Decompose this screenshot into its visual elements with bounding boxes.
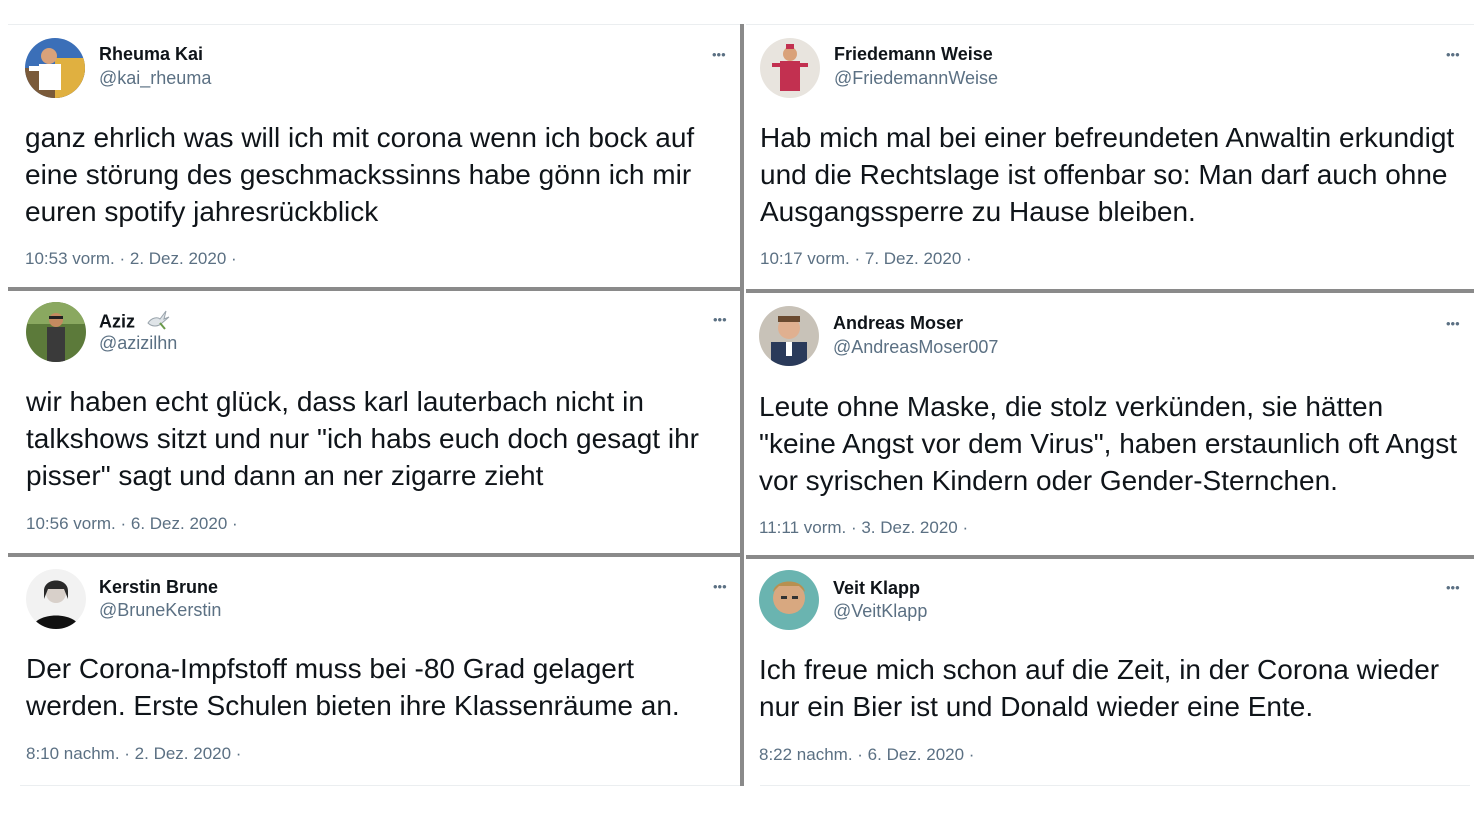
tweet-timestamp[interactable]: 8:22 nachm. · 6. Dez. 2020 · (759, 745, 974, 765)
tweet-card[interactable]: Kerstin Brune @BruneKerstin ••• Der Coro… (8, 557, 740, 785)
bottom-border-right (760, 785, 1470, 786)
tweet-timestamp[interactable]: 11:11 vorm. · 3. Dez. 2020 · (759, 518, 968, 538)
tweet-card[interactable]: Veit Klapp @VeitKlapp ••• Ich freue mich… (746, 559, 1474, 785)
author-name[interactable]: Friedemann Weise (834, 44, 993, 65)
tweet-timestamp[interactable]: 10:56 vorm. · 6. Dez. 2020 · (26, 514, 238, 534)
avatar[interactable] (759, 570, 819, 630)
tweet-text: Der Corona-Impfstoff muss bei -80 Grad g… (26, 653, 680, 721)
more-options-icon[interactable]: ••• (712, 48, 726, 61)
avatar[interactable] (26, 569, 86, 629)
more-options-icon[interactable]: ••• (713, 313, 727, 326)
top-border-right (746, 24, 1474, 25)
tweet-text: ganz ehrlich was will ich mit corona wen… (25, 122, 695, 227)
tweet-timestamp[interactable]: 8:10 nachm. · 2. Dez. 2020 · (26, 744, 241, 764)
author-name[interactable]: Kerstin Brune (99, 577, 218, 598)
top-border-left (8, 24, 741, 25)
author-name-text[interactable]: Aziz (99, 311, 135, 331)
tweet-timestamp[interactable]: 10:17 vorm. · 7. Dez. 2020 · (760, 249, 972, 269)
author-name[interactable]: Andreas Moser (833, 313, 963, 334)
author-handle[interactable]: @AndreasMoser007 (833, 337, 998, 358)
tweet-timestamp[interactable]: 10:53 vorm. · 2. Dez. 2020 · (25, 249, 237, 269)
author-handle[interactable]: @BruneKerstin (99, 600, 221, 621)
author-handle[interactable]: @VeitKlapp (833, 601, 927, 622)
tweet-card[interactable]: Aziz @azizilhn ••• wir haben echt glück,… (8, 291, 740, 553)
author-name[interactable]: Aziz (99, 309, 170, 336)
avatar[interactable] (760, 38, 820, 98)
author-handle[interactable]: @FriedemannWeise (834, 68, 998, 89)
author-handle[interactable]: @kai_rheuma (99, 68, 211, 89)
author-handle[interactable]: @azizilhn (99, 333, 177, 354)
tweet-text: Ich freue mich schon auf die Zeit, in de… (759, 654, 1440, 722)
author-name[interactable]: Veit Klapp (833, 578, 920, 599)
more-options-icon[interactable]: ••• (1446, 48, 1460, 61)
tweet-card[interactable]: Andreas Moser @AndreasMoser007 ••• Leute… (746, 293, 1474, 555)
more-options-icon[interactable]: ••• (1446, 581, 1460, 594)
avatar[interactable] (25, 38, 85, 98)
bottom-border-left (20, 785, 740, 786)
tweet-card[interactable]: Rheuma Kai @kai_rheuma ••• ganz ehrlich … (8, 26, 740, 286)
tweet-text: Leute ohne Maske, die stolz verkünden, s… (759, 391, 1457, 496)
tweet-text: Hab mich mal bei einer befreundeten Anwa… (760, 122, 1455, 227)
more-options-icon[interactable]: ••• (1446, 317, 1460, 330)
tweet-card[interactable]: Friedemann Weise @FriedemannWeise ••• Ha… (746, 26, 1474, 288)
tweet-text: wir haben echt glück, dass karl lauterba… (26, 386, 699, 491)
dove-icon (146, 309, 170, 336)
vertical-separator (740, 24, 744, 786)
author-name[interactable]: Rheuma Kai (99, 44, 203, 65)
avatar[interactable] (26, 302, 86, 362)
avatar[interactable] (759, 306, 819, 366)
more-options-icon[interactable]: ••• (713, 580, 727, 593)
